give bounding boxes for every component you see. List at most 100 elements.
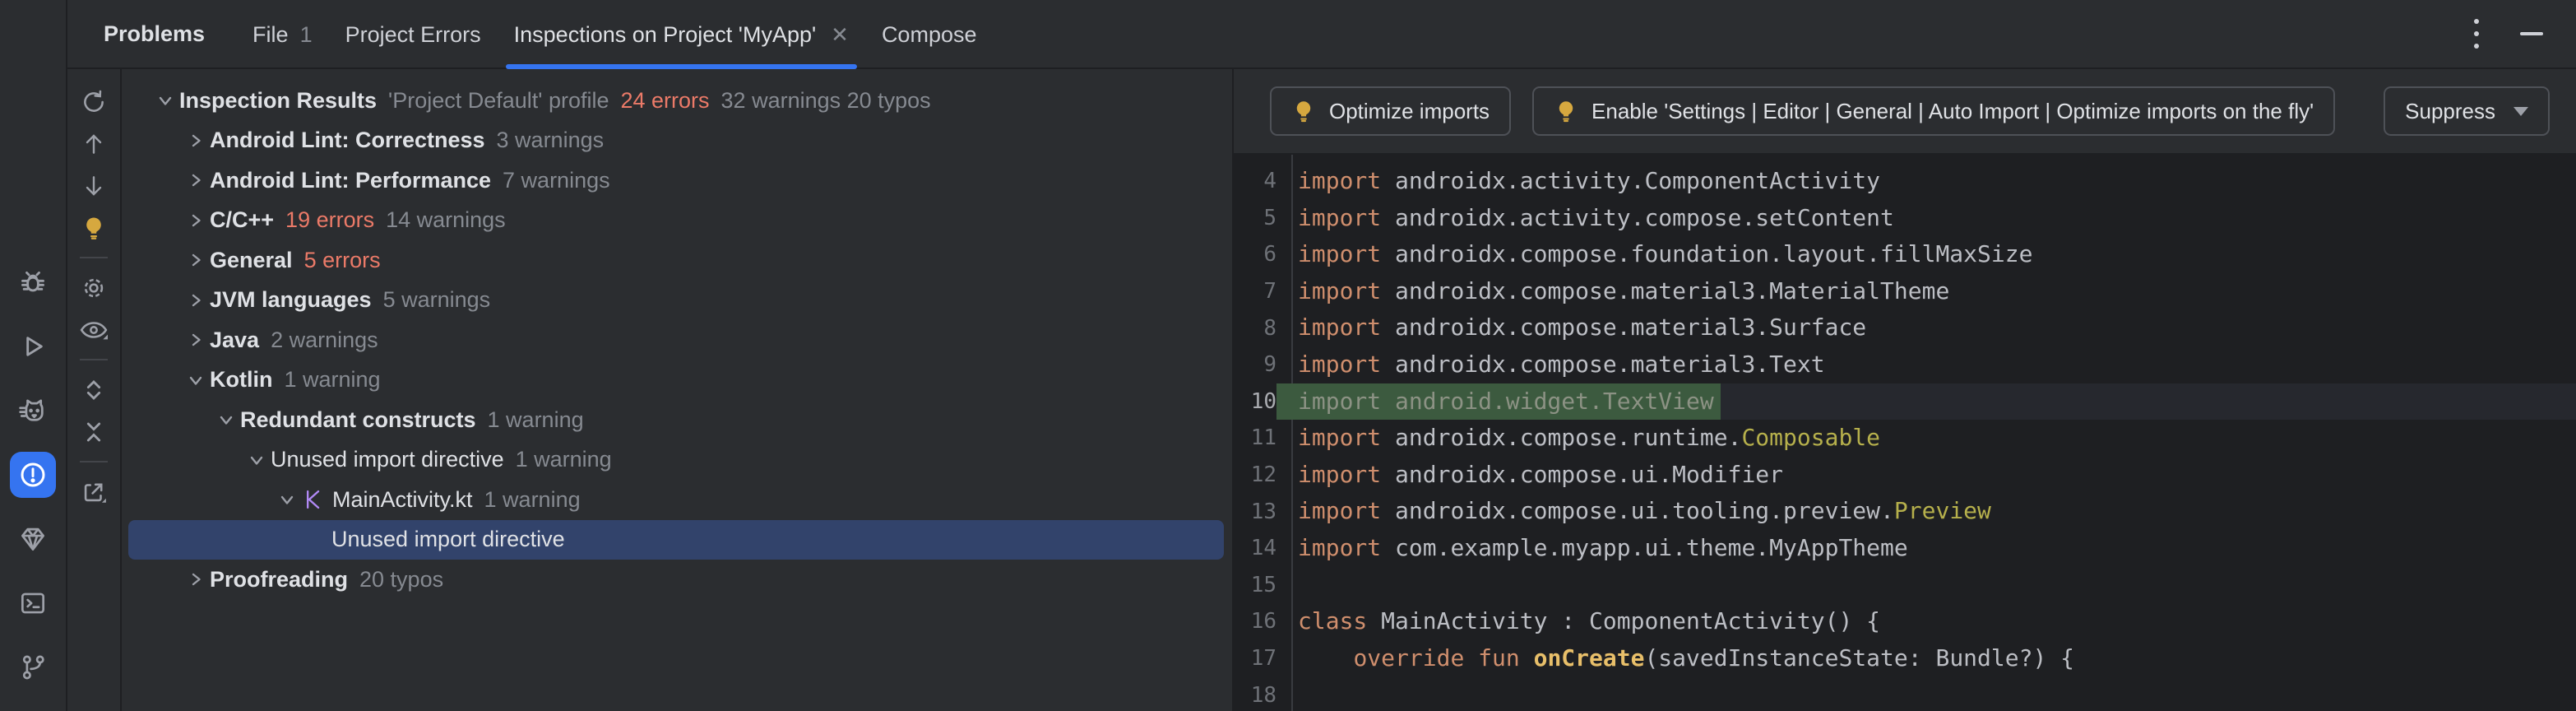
tab-close-icon[interactable]: ✕	[827, 24, 849, 45]
profiler-cat-icon	[16, 394, 50, 427]
muted-count: 1 warning	[488, 407, 584, 433]
chevron-right-icon[interactable]	[182, 250, 210, 270]
content-row: Inspection Results'Project Default' prof…	[67, 69, 2576, 711]
chevron-down-icon[interactable]	[151, 91, 179, 110]
tree-row-java[interactable]: Java2 warnings	[122, 320, 1232, 360]
tab-file[interactable]: File1	[236, 0, 329, 69]
code-text: import androidx.compose.material3.Materi…	[1276, 273, 1949, 310]
tab-project-errors[interactable]: Project Errors	[329, 0, 498, 69]
line-number[interactable]: 4	[1234, 169, 1276, 193]
chevron-down-icon[interactable]	[273, 490, 301, 509]
line-number[interactable]: 16	[1234, 609, 1276, 634]
code-line-4[interactable]: 4import androidx.activity.ComponentActiv…	[1234, 163, 2576, 200]
expand-all-icon[interactable]	[81, 369, 106, 411]
code-line-8[interactable]: 8import androidx.compose.material3.Surfa…	[1234, 309, 2576, 346]
line-number[interactable]: 9	[1234, 352, 1276, 377]
line-number[interactable]: 7	[1234, 279, 1276, 304]
code-line-18[interactable]: 18	[1234, 676, 2576, 711]
line-number[interactable]: 11	[1234, 425, 1276, 450]
stripe-item-terminal[interactable]	[0, 571, 67, 635]
line-number[interactable]: 18	[1234, 683, 1276, 708]
chevron-right-icon[interactable]	[182, 290, 210, 310]
code-editor-preview[interactable]: 4import androidx.activity.ComponentActiv…	[1234, 155, 2576, 711]
code-token: import	[1298, 497, 1381, 524]
chevron-right-icon[interactable]	[182, 170, 210, 190]
tab-inspections-on-project-myapp[interactable]: Inspections on Project 'MyApp'✕	[498, 0, 865, 69]
tree-row-label: General	[210, 248, 293, 273]
chevron-right-icon[interactable]	[182, 131, 210, 151]
tree-row-android-lint-performance[interactable]: Android Lint: Performance7 warnings	[122, 160, 1232, 201]
line-number[interactable]: 8	[1234, 316, 1276, 341]
code-line-5[interactable]: 5import androidx.activity.compose.setCon…	[1234, 200, 2576, 237]
code-line-17[interactable]: 17 override fun onCreate(savedInstanceSt…	[1234, 640, 2576, 677]
tree-row-inspection-results[interactable]: Inspection Results'Project Default' prof…	[122, 81, 1232, 121]
tree-row-redundant-constructs[interactable]: Redundant constructs1 warning	[122, 400, 1232, 440]
line-number[interactable]: 14	[1234, 536, 1276, 560]
stripe-item-run-play[interactable]	[0, 314, 67, 379]
settings-gear-icon[interactable]	[80, 267, 108, 309]
line-number[interactable]: 13	[1234, 500, 1276, 524]
tree-row-label: Unused import directive	[331, 527, 565, 552]
previous-problem-icon[interactable]	[81, 123, 107, 165]
line-number[interactable]: 6	[1234, 242, 1276, 267]
stripe-item-profiler-cat[interactable]	[0, 379, 67, 443]
line-number[interactable]: 10	[1234, 389, 1276, 414]
code-line-12[interactable]: 12import androidx.compose.ui.Modifier	[1234, 457, 2576, 494]
code-line-6[interactable]: 6import androidx.compose.foundation.layo…	[1234, 236, 2576, 273]
export-icon[interactable]	[80, 471, 108, 513]
stripe-item-git-branch[interactable]	[0, 635, 67, 699]
toolbar-separator	[80, 461, 108, 462]
code-token	[1298, 644, 1353, 672]
tab-compose[interactable]: Compose	[865, 0, 994, 69]
code-line-7[interactable]: 7import androidx.compose.material3.Mater…	[1234, 273, 2576, 310]
code-line-9[interactable]: 9import androidx.compose.material3.Text	[1234, 346, 2576, 383]
stripe-item-debug-bug[interactable]	[0, 250, 67, 314]
code-line-15[interactable]: 15	[1234, 567, 2576, 604]
code-token: import	[1298, 424, 1381, 451]
code-text: import androidx.compose.ui.tooling.previ…	[1276, 493, 1991, 530]
tree-row-c-c[interactable]: C/C++19 errors14 warnings	[122, 201, 1232, 241]
enable-settings-button[interactable]: Enable 'Settings | Editor | General | Au…	[1532, 86, 2335, 136]
chevron-right-icon[interactable]	[182, 330, 210, 350]
preview-eye-icon[interactable]	[78, 309, 109, 351]
minimize-icon[interactable]	[2520, 32, 2543, 35]
code-line-10[interactable]: 10import android.widget.TextView	[1234, 383, 2576, 421]
muted-count: 32 warnings 20 typos	[721, 88, 931, 114]
tree-row-mainactivity-kt[interactable]: MainActivity.kt1 warning	[122, 480, 1232, 520]
tree-row-unused-import-directive[interactable]: Unused import directive	[128, 520, 1224, 560]
tool-window-title: Problems	[87, 0, 221, 68]
tree-row-proofreading[interactable]: Proofreading20 typos	[122, 560, 1232, 600]
tree-row-jvm-languages[interactable]: JVM languages5 warnings	[122, 281, 1232, 321]
line-number[interactable]: 15	[1234, 573, 1276, 597]
tree-row-unused-import-directive[interactable]: Unused import directive1 warning	[122, 440, 1232, 481]
tree-row-kotlin[interactable]: Kotlin1 warning	[122, 360, 1232, 401]
line-number[interactable]: 17	[1234, 646, 1276, 671]
chevron-down-icon[interactable]	[182, 370, 210, 390]
tree-row-android-lint-correctness[interactable]: Android Lint: Correctness3 warnings	[122, 121, 1232, 161]
chevron-right-icon[interactable]	[182, 211, 210, 230]
code-token: override fun	[1353, 644, 1519, 672]
code-line-14[interactable]: 14import com.example.myapp.ui.theme.MyAp…	[1234, 530, 2576, 567]
stripe-item-app-quality-gem[interactable]	[0, 507, 67, 571]
collapse-all-icon[interactable]	[81, 411, 106, 453]
unused-import-highlight: import android.widget.TextView	[1276, 383, 1721, 421]
code-line-16[interactable]: 16class MainActivity : ComponentActivity…	[1234, 603, 2576, 640]
rerun-inspection-icon[interactable]	[80, 81, 108, 123]
chevron-right-icon[interactable]	[182, 569, 210, 589]
line-number[interactable]: 5	[1234, 206, 1276, 230]
button-label: Enable 'Settings | Editor | General | Au…	[1591, 99, 2314, 124]
code-line-11[interactable]: 11import androidx.compose.runtime.Compos…	[1234, 420, 2576, 457]
code-line-13[interactable]: 13import androidx.compose.ui.tooling.pre…	[1234, 493, 2576, 530]
suppress-button[interactable]: Suppress	[2384, 86, 2550, 136]
next-problem-icon[interactable]	[81, 165, 107, 207]
line-number[interactable]: 12	[1234, 462, 1276, 487]
chevron-down-icon[interactable]	[212, 410, 240, 430]
code-token: onCreate	[1534, 644, 1645, 672]
stripe-item-problems[interactable]	[0, 443, 67, 507]
kebab-menu-icon[interactable]	[2469, 14, 2484, 53]
optimize-imports-button[interactable]: Optimize imports	[1270, 86, 1511, 136]
quick-fix-bulb-icon[interactable]	[81, 207, 107, 249]
tree-row-general[interactable]: General5 errors	[122, 240, 1232, 281]
tree-row-label: Kotlin	[210, 367, 272, 393]
chevron-down-icon[interactable]	[243, 450, 271, 470]
